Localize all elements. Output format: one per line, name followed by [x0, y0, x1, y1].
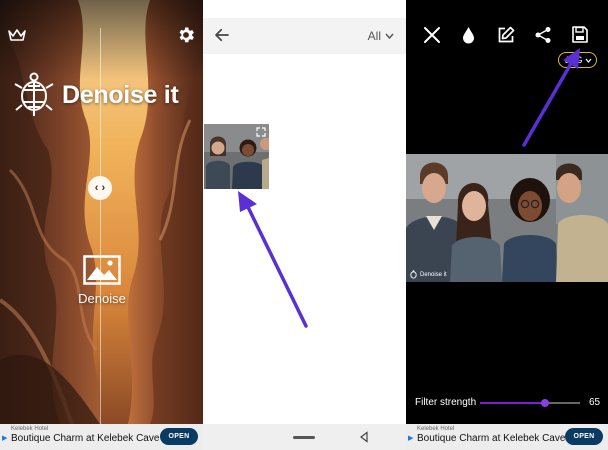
- chevron-down-icon: [385, 33, 394, 39]
- expand-icon[interactable]: [256, 127, 266, 137]
- share-icon[interactable]: [534, 26, 552, 44]
- canyon-background: [0, 0, 203, 424]
- ad-play-icon: ▶: [2, 435, 8, 442]
- watermark: Denoise it: [409, 270, 447, 279]
- ad-tag: Kelebek Hotel: [11, 426, 49, 432]
- ad-play-icon: ▶: [408, 435, 414, 442]
- filter-label: All: [367, 29, 381, 43]
- app-title: Denoise it: [62, 80, 179, 109]
- ad-open-button[interactable]: OPEN: [160, 428, 198, 445]
- nav-back-icon[interactable]: [359, 431, 369, 443]
- edited-photo: Denoise it: [406, 154, 608, 282]
- close-icon[interactable]: [423, 26, 441, 44]
- gallery-toolbar: All: [203, 18, 406, 54]
- edit-icon[interactable]: [497, 26, 515, 44]
- compare-divider: [100, 28, 101, 424]
- watermark-text: Denoise it: [420, 271, 447, 278]
- home-gesture-bar[interactable]: [293, 436, 315, 439]
- ad-banner-right[interactable]: ▶ Kelebek Hotel Boutique Charm at Kelebe…: [406, 424, 608, 450]
- slider-thumb[interactable]: [541, 399, 549, 407]
- ad-tag: Kelebek Hotel: [417, 426, 455, 432]
- filter-strength-value: 65: [589, 397, 601, 408]
- gallery-screen: All: [203, 0, 406, 450]
- group-portrait-image: [406, 154, 608, 282]
- ad-open-button[interactable]: OPEN: [565, 428, 603, 445]
- image-icon: [83, 255, 121, 285]
- turtle-logo-icon: [14, 72, 54, 116]
- screenshot-collage: Denoise it ‹ › Denoise ▶ Kelebek Hotel B…: [0, 0, 608, 450]
- slider-fill: [480, 402, 545, 404]
- system-nav-bar: [203, 424, 406, 450]
- chevron-down-icon: [585, 58, 591, 63]
- crown-icon[interactable]: [8, 28, 26, 42]
- drop-icon[interactable]: [462, 26, 475, 44]
- editor-screen: JPG Denoise it Filter strength 65 ▶ Kele…: [406, 0, 608, 450]
- photo-thumbnail[interactable]: [204, 124, 269, 189]
- back-arrow-icon[interactable]: [213, 26, 231, 44]
- gear-icon[interactable]: [176, 25, 196, 45]
- ad-title: Boutique Charm at Kelebek Cave: [11, 433, 160, 444]
- app-brand: Denoise it: [12, 72, 179, 118]
- denoise-button[interactable]: Denoise: [74, 255, 130, 306]
- filter-strength-label: Filter strength: [415, 397, 477, 408]
- denoise-label: Denoise: [78, 291, 126, 306]
- format-selector[interactable]: JPG: [558, 52, 597, 68]
- format-label: JPG: [565, 55, 583, 65]
- denoise-home-screen: Denoise it ‹ › Denoise ▶ Kelebek Hotel B…: [0, 0, 203, 450]
- save-icon[interactable]: [572, 26, 588, 43]
- ad-title: Boutique Charm at Kelebek Cave: [417, 433, 566, 444]
- album-filter-dropdown[interactable]: All: [368, 29, 394, 43]
- ad-banner-left[interactable]: ▶ Kelebek Hotel Boutique Charm at Kelebe…: [0, 424, 203, 450]
- filter-strength-slider[interactable]: [480, 399, 580, 407]
- turtle-logo-icon: [410, 270, 417, 279]
- split-handle-icon[interactable]: ‹ ›: [88, 176, 112, 200]
